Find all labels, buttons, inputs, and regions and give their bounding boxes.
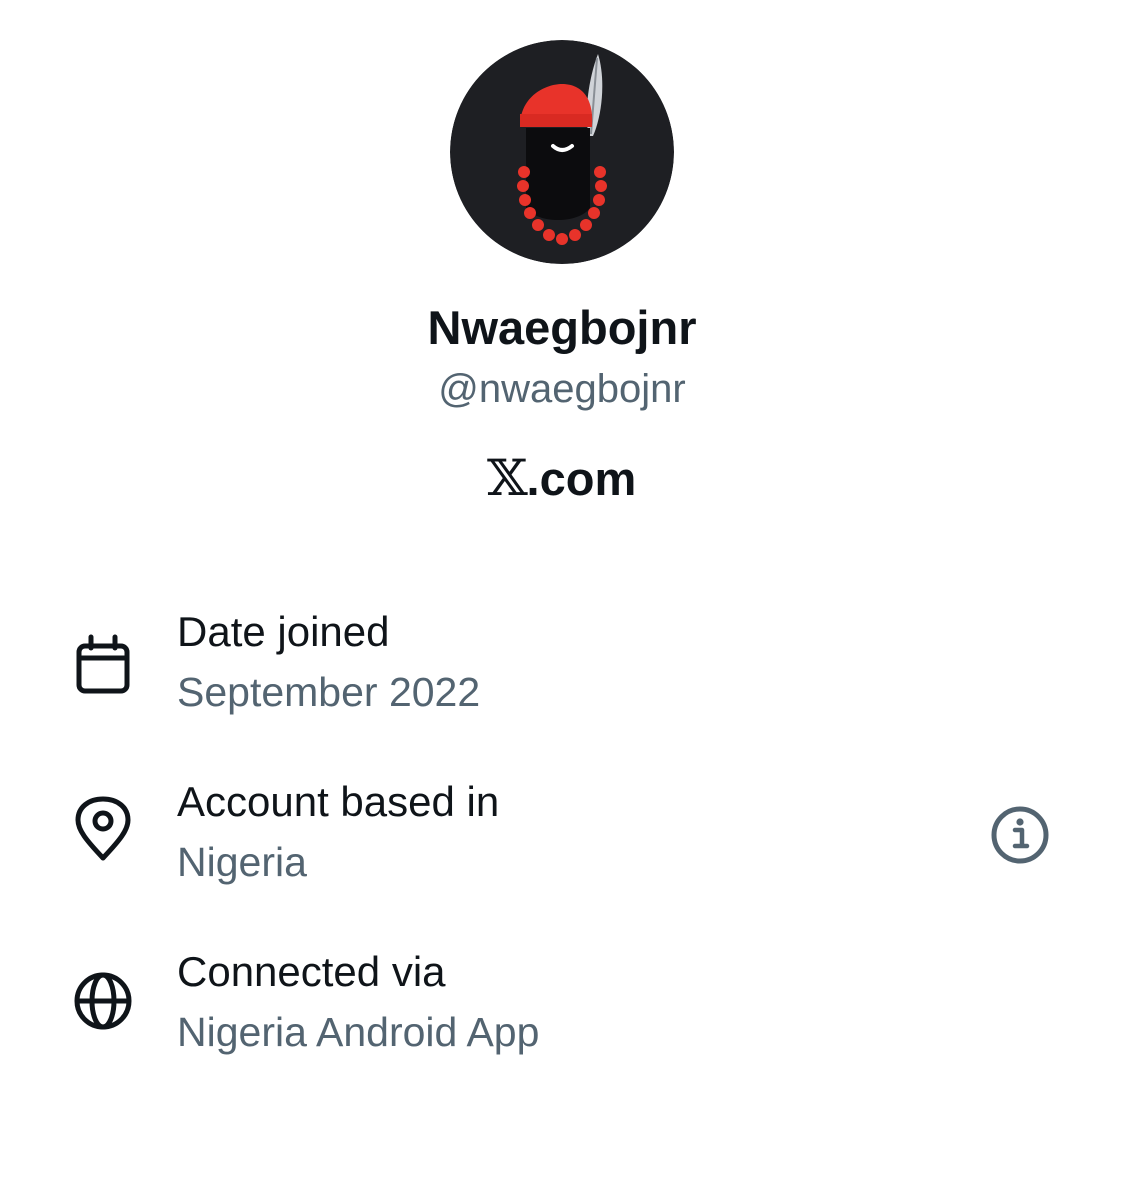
date-joined-label: Date joined <box>177 608 390 655</box>
display-name: Nwaegbojnr <box>427 301 697 354</box>
globe-icon <box>74 972 132 1030</box>
connected-via-value: Nigeria Android App <box>177 1009 540 1055</box>
account-based-in-label: Account based in <box>177 778 500 825</box>
avatar[interactable] <box>450 40 674 264</box>
site-suffix: .com <box>526 452 637 505</box>
account-based-in-value: Nigeria <box>177 839 307 885</box>
avatar-image <box>450 40 674 264</box>
detail-row-account-based-in: Account based in Nigeria <box>0 776 1124 906</box>
date-joined-value: September 2022 <box>177 669 481 715</box>
calendar-icon <box>76 634 130 694</box>
detail-row-connected-via: Connected via Nigeria Android App <box>0 946 1124 1076</box>
site-label: 𝕏.com <box>0 450 1124 507</box>
connected-via-label: Connected via <box>177 948 446 995</box>
detail-row-date-joined: Date joined September 2022 <box>0 606 1124 736</box>
info-icon[interactable] <box>990 805 1050 865</box>
location-pin-icon <box>75 796 131 861</box>
username-handle: @nwaegbojnr <box>438 367 686 411</box>
x-logo-icon: 𝕏 <box>486 449 528 507</box>
